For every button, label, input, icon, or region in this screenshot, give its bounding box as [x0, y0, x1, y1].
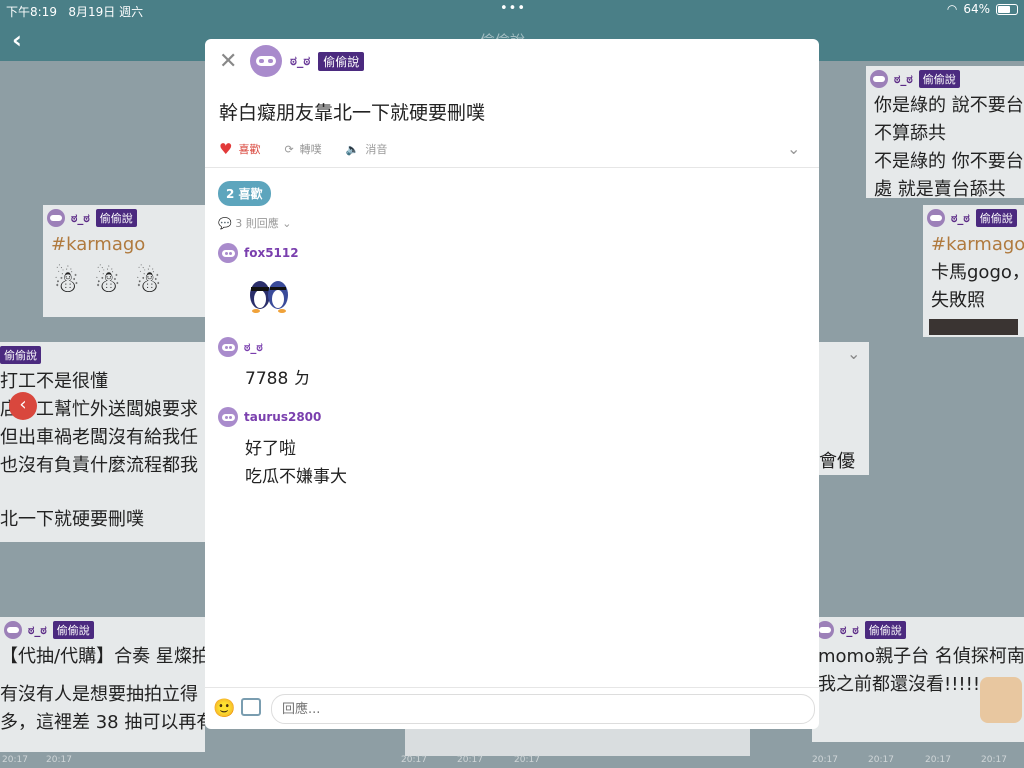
background-card[interactable]: ಠ_ಠ 偷偷說 你是綠的 說不要台 不算舔共 不是綠的 你不要台 處 就是賣台舔共: [866, 66, 1024, 198]
mute-button[interactable]: 🔈 消音: [346, 140, 388, 158]
comment-item: taurus2800 好了啦 吃瓜不嫌事大: [218, 407, 347, 491]
chevron-down-icon[interactable]: ⌄: [787, 139, 800, 158]
avatar[interactable]: [218, 337, 238, 357]
comment-author[interactable]: taurus2800: [244, 410, 321, 424]
emoji-icon[interactable]: 🙂: [213, 698, 235, 719]
timestamp: 20:17: [46, 755, 72, 765]
comment-item: fox5112: [218, 243, 299, 319]
avatar: [870, 70, 888, 88]
background-card[interactable]: ಠ_ಠ 偷偷說 #karmago 卡馬gogo， 失敗照: [923, 205, 1024, 337]
previous-arrow-icon[interactable]: ‹: [9, 392, 37, 420]
timestamp: 20:17: [868, 755, 894, 765]
avatar[interactable]: [218, 243, 238, 263]
chevron-down-icon[interactable]: ⌄: [847, 344, 860, 363]
wifi-icon: ◠: [946, 2, 958, 16]
like-button[interactable]: ♥ 喜歡: [219, 140, 260, 158]
battery-icon: [996, 3, 1018, 15]
comment-text: 好了啦 吃瓜不嫌事大: [245, 439, 347, 487]
comment-icon: 💬: [218, 217, 236, 230]
status-right: ◠ 64%: [947, 2, 1018, 16]
speaker-icon: 🔈: [345, 142, 360, 156]
background-card[interactable]: ⌄ 會優: [819, 342, 869, 475]
reply-input[interactable]: [271, 694, 815, 724]
comment-text: 7788 ㄉ: [245, 369, 311, 389]
heart-icon: ♥: [219, 140, 233, 158]
timestamp: 20:17: [514, 755, 540, 765]
multitask-dots[interactable]: •••: [500, 1, 526, 16]
photo-thumbnail[interactable]: [929, 319, 1018, 335]
post-content: 幹白癡朋友靠北一下就硬要刪噗: [219, 102, 486, 124]
back-arrow-icon[interactable]: ‹: [12, 26, 22, 54]
comment-author[interactable]: fox5112: [244, 246, 299, 260]
post-author-name[interactable]: ಠ_ಠ: [290, 54, 310, 69]
likes-count-button[interactable]: 2 喜歡: [218, 181, 271, 206]
avatar: [4, 621, 22, 639]
timestamp: 20:17: [457, 755, 483, 765]
post-actions: ♥ 喜歡 ⟳ 轉噗 🔈 消音: [219, 140, 387, 158]
reply-bar: 🙂: [205, 687, 819, 729]
battery-percent: 64%: [963, 2, 990, 16]
close-icon[interactable]: ✕: [219, 49, 237, 74]
timestamp: 20:17: [925, 755, 951, 765]
avatar[interactable]: [250, 45, 282, 77]
replies-count[interactable]: 💬 3 則回應 ⌄: [218, 215, 291, 231]
image-upload-icon[interactable]: [241, 698, 261, 716]
background-card[interactable]: ಠ_ಠ 偷偷說 【代抽/代購】合奏 星燦拍 有沒有人是想要抽拍立得 多，這裡差 3…: [0, 617, 205, 752]
timestamp: 20:17: [812, 755, 838, 765]
replurk-button[interactable]: ⟳ 轉噗: [284, 140, 321, 158]
comment-item: ಠ_ಠ 7788 ㄉ: [218, 337, 311, 393]
post-header: ಠ_ಠ 偷偷說: [250, 45, 365, 77]
timestamp: 20:17: [981, 755, 1007, 765]
plurk-detail-modal: ✕ ಠ_ಠ 偷偷說 幹白癡朋友靠北一下就硬要刪噗 ♥ 喜歡 ⟳ 轉噗 🔈 消音 ⌄ 2…: [205, 39, 819, 729]
status-bar: 下午8:19 8月19日 週六 ••• ◠ 64%: [0, 0, 1024, 20]
comment-author[interactable]: ಠ_ಠ: [244, 340, 263, 355]
sticker-image: [980, 677, 1022, 723]
background-card[interactable]: ಠ_ಠ 偷偷說 momo親子台 名偵探柯南 我之前都還沒看!!!!!: [812, 617, 1024, 742]
avatar: [927, 209, 945, 227]
avatar[interactable]: [218, 407, 238, 427]
background-card[interactable]: ಠ_ಠ 偷偷說 #karmago ☃☃☃: [43, 205, 205, 317]
divider: [205, 167, 819, 168]
background-card[interactable]: [405, 726, 750, 756]
sticker-images: ☃☃☃: [53, 265, 176, 300]
penguin-sticker-icon: [250, 281, 288, 313]
timestamp: 20:17: [401, 755, 427, 765]
anonymous-badge: 偷偷說: [318, 51, 365, 71]
timestamp: 20:17: [2, 755, 28, 765]
replurk-icon: ⟳: [284, 142, 294, 156]
background-card[interactable]: 偷偷說 打工不是很懂 店 工幫忙外送闆娘要求 但出車禍老闆沒有給我任 也沒有負責…: [0, 342, 205, 542]
avatar: [47, 209, 65, 227]
status-time-date: 下午8:19 8月19日 週六: [6, 5, 144, 19]
